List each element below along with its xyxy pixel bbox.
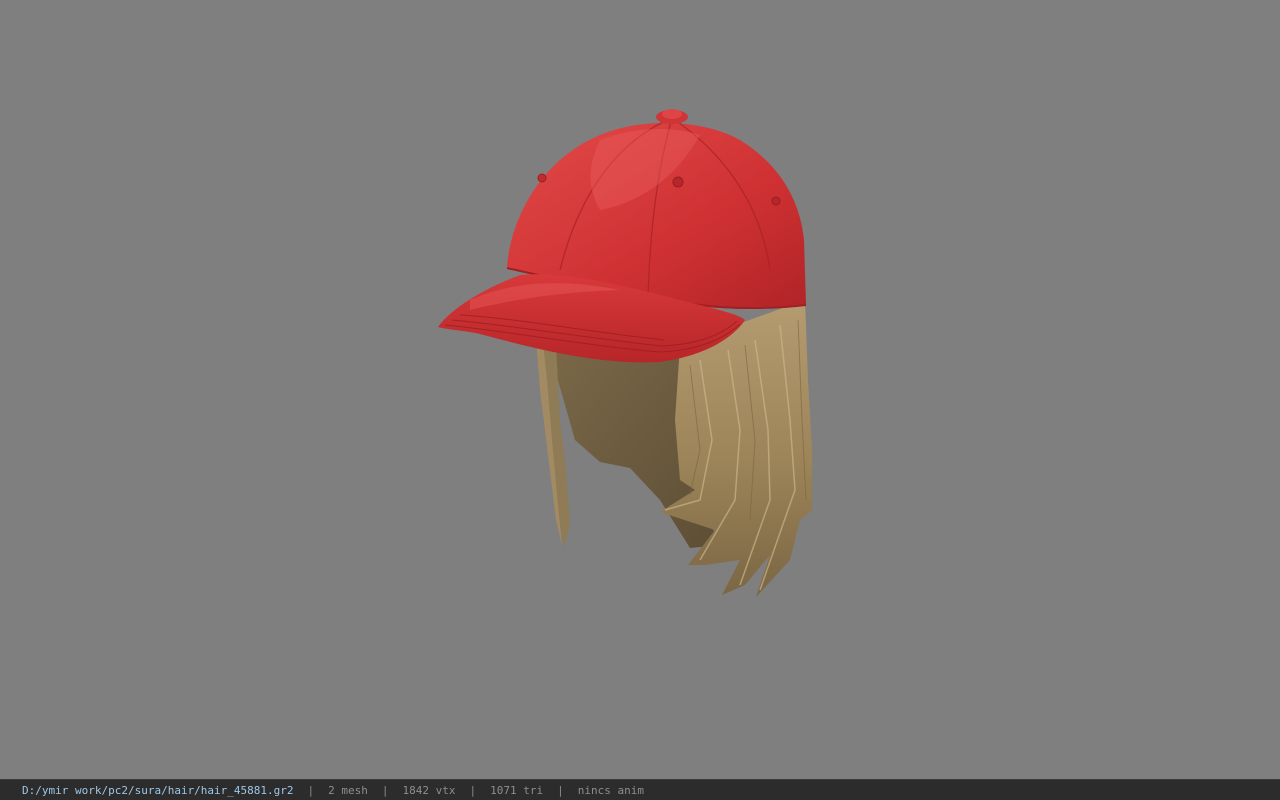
separator: | (381, 783, 389, 797)
separator: | (307, 783, 315, 797)
hair-cap-model[interactable] (0, 0, 1280, 779)
mesh-count: 2 mesh (328, 783, 368, 797)
triangle-count: 1071 tri (490, 783, 544, 797)
status-bar: D:/ymir work/pc2/sura/hair/hair_45881.gr… (0, 779, 1280, 800)
separator: | (557, 783, 564, 797)
separator: | (469, 783, 477, 797)
file-path: D:/ymir work/pc2/sura/hair/hair_45881.gr… (22, 783, 294, 797)
vertex-count: 1842 vtx (402, 783, 456, 797)
animation-status: nincs anim (577, 783, 644, 797)
3d-viewport[interactable] (0, 0, 1280, 779)
